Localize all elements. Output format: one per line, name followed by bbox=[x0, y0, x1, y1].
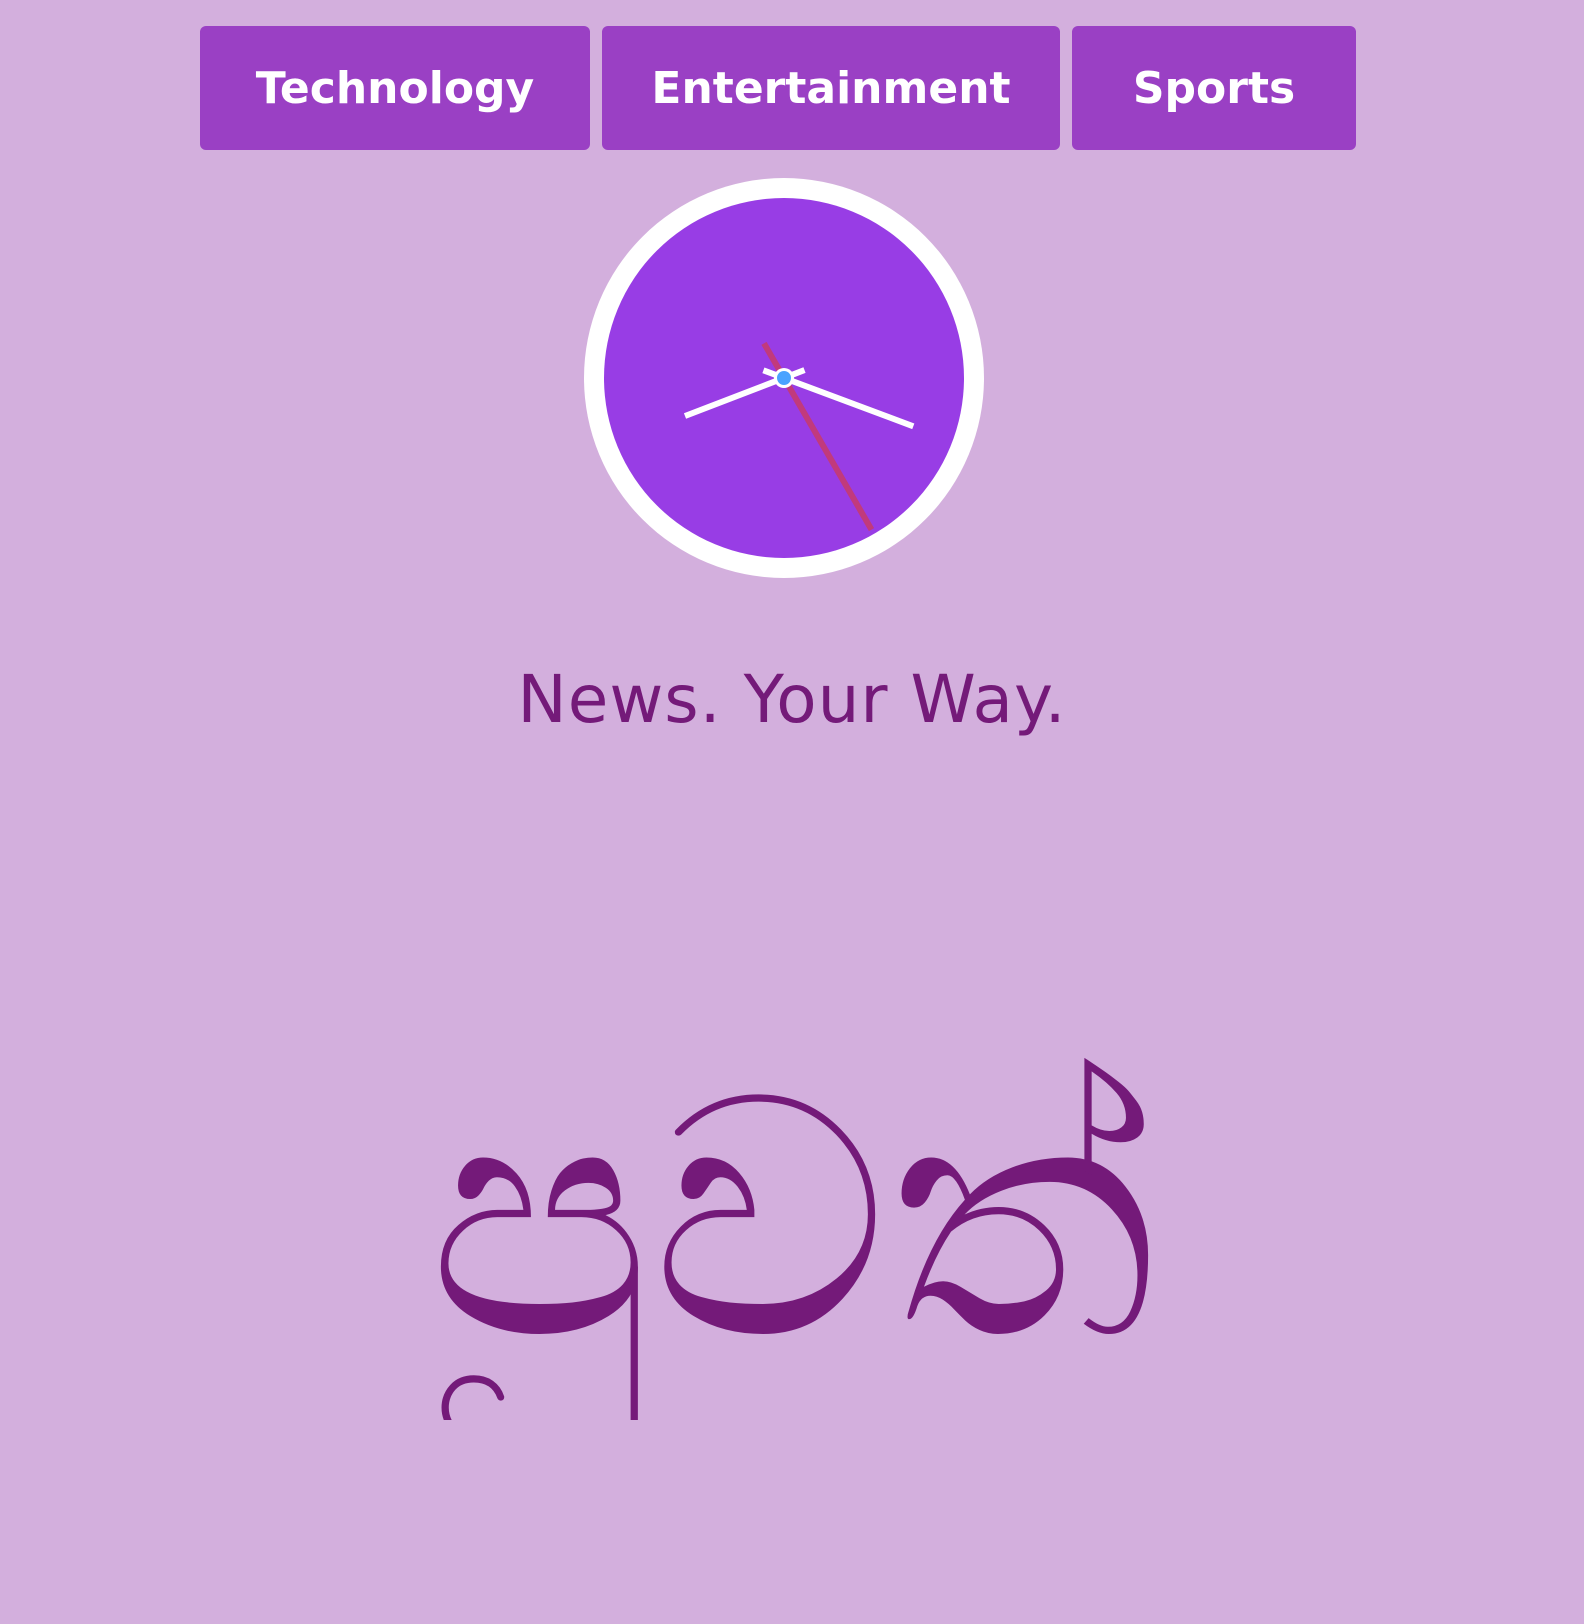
analog-clock bbox=[584, 178, 984, 578]
clock-svg bbox=[584, 178, 984, 578]
tagline: News. Your Way. bbox=[517, 661, 1067, 738]
brand-text: පුවත් bbox=[427, 1028, 1157, 1412]
nav-technology-button[interactable]: Technology bbox=[200, 26, 590, 150]
brand-logo-text: පුවත් bbox=[0, 1020, 1584, 1420]
nav-sports-button[interactable]: Sports bbox=[1072, 26, 1356, 150]
nav-entertainment-button[interactable]: Entertainment bbox=[602, 26, 1060, 150]
clock-center-dot bbox=[777, 371, 791, 385]
top-nav: Technology Entertainment Sports bbox=[0, 0, 1584, 160]
